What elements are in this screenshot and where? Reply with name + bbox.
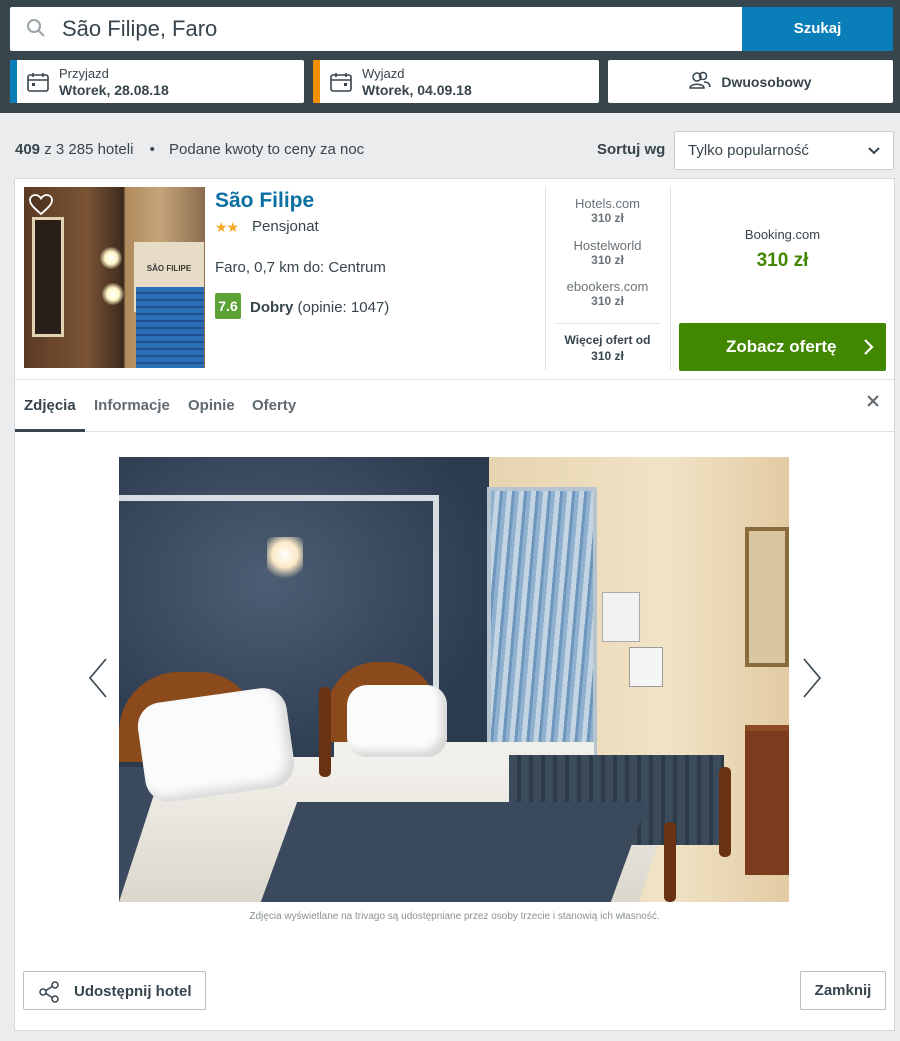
view-deal-button[interactable]: Zobacz ofertę	[679, 323, 886, 371]
divider	[670, 187, 671, 370]
best-offer-site: Booking.com	[744, 227, 821, 242]
search-header: São Filipe, Faro Szukaj Przyjazd Wtorek,…	[0, 0, 900, 113]
checkin-label: Przyjazd	[59, 66, 109, 81]
alt-offer-price: 310 zł	[591, 294, 624, 308]
hotel-photo	[119, 457, 789, 902]
photo-notice	[629, 647, 663, 687]
checkin-date-field[interactable]: Przyjazd Wtorek, 28.08.18	[10, 60, 304, 103]
search-icon	[26, 18, 46, 43]
tab-deals[interactable]: Oferty	[252, 397, 296, 414]
calendar-icon	[27, 72, 49, 97]
tab-reviews[interactable]: Opinie	[188, 397, 235, 414]
share-hotel-button[interactable]: Udostępnij hotel	[23, 971, 206, 1010]
chevron-right-icon	[862, 338, 874, 361]
sort-dropdown[interactable]: Tylko popularność	[674, 131, 894, 170]
checkout-value: Wtorek, 04.09.18	[362, 82, 472, 98]
search-button[interactable]: Szukaj	[742, 7, 893, 51]
alt-offer-price: 310 zł	[591, 211, 624, 225]
sort-dropdown-value: Tylko popularność	[688, 142, 809, 159]
photo-caption: Zdjęcia wyświetlane na trivago są udostę…	[249, 911, 660, 922]
hotel-location[interactable]: Faro, 0,7 km do: Centrum	[215, 259, 386, 276]
more-offers-price: 310 zł	[591, 349, 624, 363]
hotel-card: SÃO FILIPE São Filipe ★★ Pensjonat Faro,…	[14, 178, 895, 1031]
photo-pillow	[347, 685, 447, 757]
alt-offer-site: Hostelworld	[573, 238, 642, 253]
hotel-name[interactable]: São Filipe	[215, 189, 314, 213]
photo-pillow	[134, 685, 298, 805]
view-deal-label: Zobacz ofertę	[726, 337, 837, 356]
alt-offer[interactable]: Hotels.com 310 zł	[555, 196, 660, 225]
share-icon	[38, 981, 60, 1008]
photo-bedpost	[719, 767, 731, 857]
star-rating: ★★	[215, 219, 239, 235]
detail-tabs: Zdjęcia Informacje Opinie Oferty	[15, 379, 894, 432]
photo-bedpost	[664, 822, 676, 902]
results-separator: •	[149, 141, 155, 158]
checkout-date-field[interactable]: Wyjazd Wtorek, 04.09.18	[313, 60, 599, 103]
more-offers-label: Więcej ofert od	[564, 333, 651, 347]
thumbnail-window	[32, 217, 64, 337]
best-offer[interactable]: Booking.com 310 zł	[680, 227, 885, 272]
checkin-accent	[10, 60, 17, 103]
heart-icon[interactable]	[29, 194, 53, 221]
search-input-value: São Filipe, Faro	[62, 16, 218, 41]
checkout-label: Wyjazd	[362, 66, 405, 81]
hotel-type: Pensjonat	[252, 218, 319, 235]
guests-icon	[689, 71, 712, 92]
results-count: 409	[15, 141, 41, 158]
close-button[interactable]: Zamknij	[800, 971, 886, 1010]
results-note: Podane kwoty to ceny za noc	[169, 141, 365, 158]
close-icon[interactable]	[866, 394, 880, 413]
thumbnail-shutter	[136, 287, 204, 368]
search-input[interactable]: São Filipe, Faro	[10, 7, 742, 51]
share-hotel-label: Udostępnij hotel	[74, 983, 192, 1000]
more-offers-link[interactable]: Więcej ofert od 310 zł	[555, 323, 660, 364]
tab-info[interactable]: Informacje	[94, 397, 170, 414]
room-type-selector[interactable]: Dwuosobowy	[608, 60, 893, 103]
best-offer-price: 310 zł	[756, 250, 809, 271]
photo-bedpost	[319, 687, 331, 777]
active-tab-indicator	[15, 429, 85, 432]
photo-blanket	[260, 802, 648, 902]
calendar-icon	[330, 72, 352, 97]
chevron-right-icon[interactable]	[801, 657, 823, 704]
divider	[545, 187, 546, 370]
results-total: z 3 285 hoteli	[44, 141, 134, 158]
photo-notice	[602, 592, 640, 642]
results-summary: 409 z 3 285 hoteli • Podane kwoty to cen…	[15, 141, 364, 158]
room-type-label: Dwuosobowy	[721, 73, 812, 90]
tab-photos[interactable]: Zdjęcia	[24, 397, 76, 414]
alt-offer[interactable]: Hostelworld 310 zł	[555, 238, 660, 267]
photo-door	[487, 487, 597, 757]
rating-summary[interactable]: Dobry (opinie: 1047)	[250, 299, 389, 316]
photo-dresser	[745, 725, 789, 875]
thumbnail-lamp	[102, 283, 124, 305]
alt-offer-site: ebookers.com	[566, 279, 649, 294]
rating-label: Dobry	[250, 299, 294, 316]
photo-lamp	[267, 537, 303, 581]
review-count: (opinie: 1047)	[297, 299, 390, 316]
alt-offer-price: 310 zł	[591, 253, 624, 267]
chevron-down-icon	[867, 144, 881, 163]
thumbnail-lamp	[100, 247, 122, 269]
chevron-left-icon[interactable]	[87, 657, 109, 704]
checkin-value: Wtorek, 28.08.18	[59, 82, 169, 98]
sort-label: Sortuj wg	[597, 141, 666, 158]
rating-score-badge: 7.6	[215, 293, 241, 319]
checkout-accent	[313, 60, 320, 103]
photo-mirror	[745, 527, 789, 667]
alt-offer-site: Hotels.com	[574, 196, 641, 211]
alt-offer[interactable]: ebookers.com 310 zł	[555, 279, 660, 308]
